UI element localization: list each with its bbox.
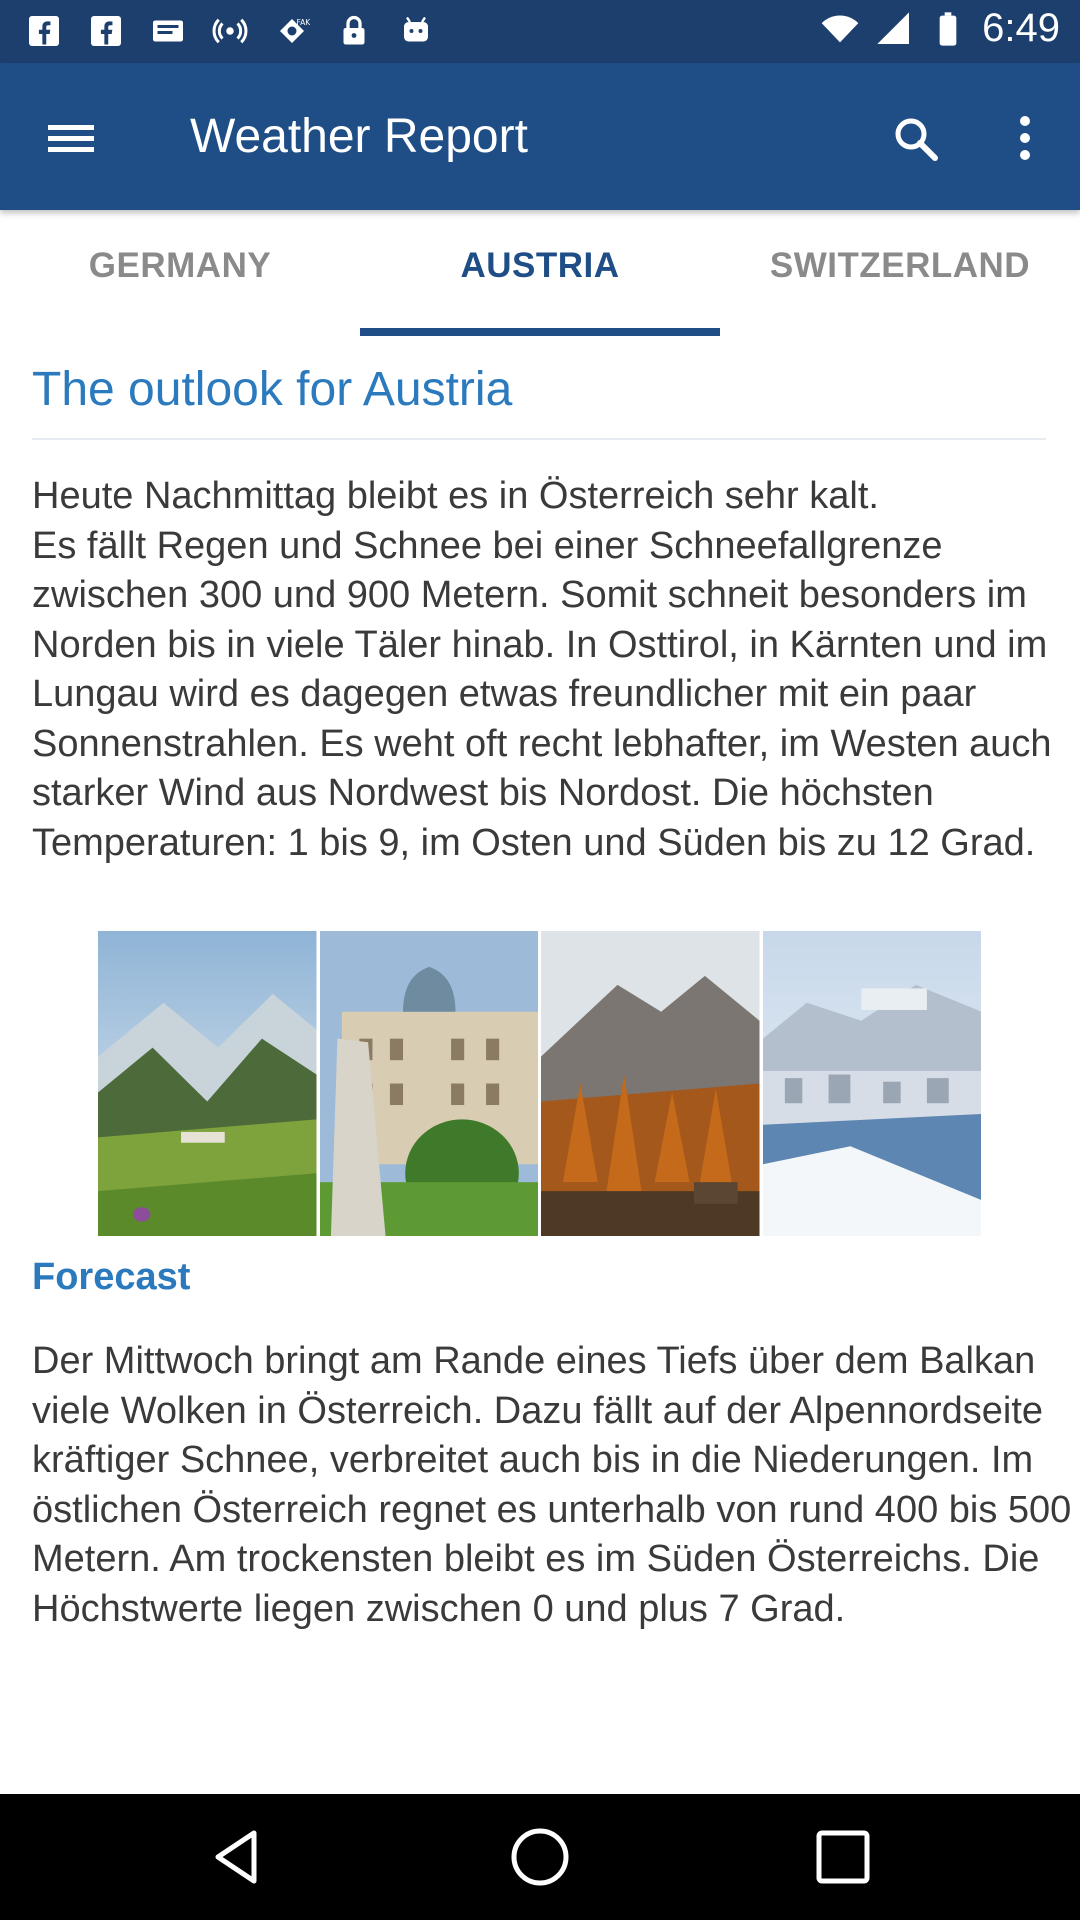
- search-icon[interactable]: [880, 103, 950, 173]
- alpine-valley-image: [98, 931, 317, 1236]
- palace-garden-image: [319, 931, 538, 1236]
- tab-germany[interactable]: GERMANY: [0, 210, 360, 336]
- outlook-text: Heute Nachmittag bleibt es in Österreich…: [32, 475, 1052, 864]
- austria-photo-collage: [98, 931, 981, 1236]
- forecast-text: Der Mittwoch bringt am Rande eines Tiefs…: [32, 1340, 1072, 1630]
- app-bar: Weather Report: [0, 63, 1080, 210]
- recents-icon[interactable]: [803, 1817, 883, 1897]
- battery-icon: [939, 11, 957, 46]
- page-title: Weather Report: [190, 110, 528, 163]
- signal-icon: [877, 11, 910, 44]
- wifi-icon: [821, 15, 859, 42]
- lock-icon: [343, 15, 365, 45]
- home-icon[interactable]: [500, 1817, 580, 1897]
- title-divider: [32, 438, 1046, 440]
- svg-text:FAKE: FAKE: [297, 18, 311, 27]
- tab-austria[interactable]: AUSTRIA: [360, 210, 720, 336]
- winter-salzburg-image: [762, 931, 981, 1236]
- facebook-icon: [91, 16, 121, 46]
- system-nav-bar: [0, 1794, 1080, 1920]
- hotspot-icon: [212, 18, 248, 44]
- outlook-title: The outlook for Austria: [32, 363, 513, 416]
- autumn-mountain-image: [541, 931, 760, 1236]
- back-icon[interactable]: [198, 1817, 278, 1897]
- facebook-icon: [29, 16, 59, 46]
- tab-indicator: [360, 328, 720, 336]
- notification-icons: FAKE: [26, 12, 434, 50]
- forecast-heading: Forecast: [32, 1256, 191, 1298]
- hamburger-menu-icon[interactable]: [36, 103, 106, 173]
- country-tabs: GERMANY AUSTRIA SWITZERLAND: [0, 210, 1080, 336]
- message-icon: [153, 20, 183, 42]
- system-icons: 6:49: [820, 6, 1060, 51]
- tab-switzerland[interactable]: SWITZERLAND: [720, 210, 1080, 336]
- android-icon: [404, 16, 428, 42]
- fake-gps-icon: FAKE: [280, 18, 311, 43]
- more-vertical-icon[interactable]: [990, 103, 1060, 173]
- status-bar: FAKE 6:49: [0, 0, 1080, 63]
- article-content[interactable]: The outlook for Austria Heute Nachmittag…: [0, 336, 1080, 1652]
- status-time: 6:49: [982, 6, 1060, 50]
